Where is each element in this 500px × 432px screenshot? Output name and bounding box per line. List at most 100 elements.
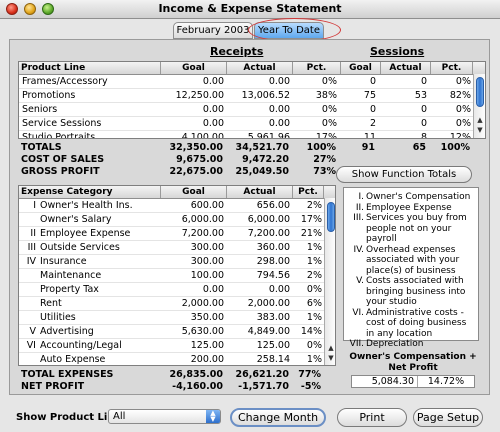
- table-row[interactable]: Utilities 350.00 383.00 1%: [19, 311, 324, 325]
- legend-number: VII.: [349, 339, 364, 349]
- col-expense-category[interactable]: Expense Category: [19, 186, 161, 198]
- sessions-header: Sessions: [370, 45, 425, 58]
- legend-text: Owner's Compensation: [366, 192, 471, 202]
- col-goal[interactable]: Goal: [161, 62, 227, 74]
- product-pct: 38%: [315, 90, 337, 101]
- table-row[interactable]: IV Insurance 300.00 298.00 1%: [19, 255, 324, 269]
- legend-item: VII. Depreciation: [347, 339, 474, 350]
- col-expense-pct[interactable]: Pct.: [293, 186, 324, 198]
- table-row[interactable]: Owner's Salary 6,000.00 6,000.00 17%: [19, 213, 324, 227]
- expense-category-legend: I. Owner's Compensation II. Employee Expens…: [343, 187, 479, 349]
- product-pct: 17%: [315, 132, 337, 139]
- title-bar[interactable]: Income & Expense Statement: [0, 0, 500, 19]
- sessions-pct: 0%: [455, 76, 471, 87]
- scroll-up-arrow-icon[interactable]: ▲: [475, 116, 485, 124]
- sessions-total-actual: 65: [412, 142, 426, 153]
- expense-pct: 14%: [300, 326, 322, 337]
- scroll-up-arrow-icon[interactable]: ▲: [326, 344, 335, 352]
- expense-name: Owner's Salary: [40, 214, 112, 225]
- sessions-total-goal: 91: [361, 142, 375, 153]
- expense-pct: 17%: [300, 214, 322, 225]
- expense-name: Outside Services: [40, 242, 120, 253]
- product-name: Service Sessions: [22, 118, 102, 129]
- product-scroll-thumb[interactable]: [476, 77, 484, 107]
- sessions-total-pct: 100%: [440, 142, 470, 153]
- product-actual: 0.00: [268, 76, 290, 87]
- show-function-totals-button[interactable]: Show Function Totals: [336, 166, 472, 183]
- expense-scrollbar[interactable]: ▲ ▼: [324, 198, 335, 365]
- expense-pct: 1%: [306, 354, 322, 365]
- table-row[interactable]: Frames/Accessory 0.00 0.00 0% 0 0 0%: [19, 75, 473, 89]
- page-setup-button[interactable]: Page Setup: [413, 408, 483, 427]
- product-line-select[interactable]: All ▲ ▼: [108, 409, 221, 424]
- product-actual: 5,961.96: [247, 132, 290, 139]
- table-row[interactable]: Studio Portraits 4,100.00 5,961.96 17% 11 8 12…: [19, 131, 473, 139]
- tab-february-2003[interactable]: February 2003: [173, 22, 253, 39]
- expense-totals-pct: 77%: [298, 369, 321, 380]
- col-sessions-actual[interactable]: Actual: [381, 62, 431, 74]
- expense-pct: 0%: [306, 340, 322, 351]
- totals-actual: 34,521.70: [235, 142, 290, 153]
- table-row[interactable]: II Employee Expense 7,200.00 7,200.00 21%: [19, 227, 324, 241]
- product-pct: 0%: [321, 76, 337, 87]
- product-scrollbar[interactable]: ▲ ▼: [473, 74, 485, 138]
- table-row[interactable]: Property Tax 0.00 0.00 0%: [19, 283, 324, 297]
- expense-goal: 2,000.00: [181, 298, 224, 309]
- col-pct[interactable]: Pct.: [293, 62, 341, 74]
- expense-code: V: [29, 326, 37, 337]
- print-button[interactable]: Print: [337, 408, 407, 427]
- scroll-down-arrow-icon[interactable]: ▼: [475, 126, 485, 134]
- product-name: Seniors: [22, 104, 58, 115]
- expense-actual: 656.00: [256, 200, 290, 211]
- owner-compensation-title: Owner's Compensation + Net Profit: [349, 352, 477, 373]
- table-row[interactable]: I Owner's Health Ins. 600.00 656.00 2%: [19, 199, 324, 213]
- product-actual: 0.00: [268, 118, 290, 129]
- col-expense-actual[interactable]: Actual: [227, 186, 293, 198]
- table-row[interactable]: Rent 2,000.00 2,000.00 6%: [19, 297, 324, 311]
- sessions-goal: 75: [363, 90, 376, 101]
- change-month-button[interactable]: Change Month: [230, 408, 326, 427]
- expense-totals-goal: 26,835.00: [169, 369, 224, 380]
- expense-totals-label: NET PROFIT: [21, 381, 85, 392]
- col-sessions-pct[interactable]: Pct.: [431, 62, 473, 74]
- legend-text: Overhead expenses associated with your p…: [366, 244, 460, 276]
- table-row[interactable]: V Advertising 5,630.00 4,849.00 14%: [19, 325, 324, 339]
- expense-actual: 298.00: [256, 256, 290, 267]
- sessions-goal: 0: [369, 104, 376, 115]
- expense-name: Accounting/Legal: [40, 340, 122, 351]
- expense-pct: 0%: [306, 284, 322, 295]
- product-name: Frames/Accessory: [22, 76, 108, 87]
- expense-totals-goal: -4,160.00: [172, 381, 223, 392]
- col-expense-goal[interactable]: Goal: [161, 186, 227, 198]
- expense-actual: 6,000.00: [247, 214, 290, 225]
- table-row[interactable]: Service Sessions 0.00 0.00 0% 2 0 0%: [19, 117, 473, 131]
- table-row[interactable]: Seniors 0.00 0.00 0% 0 0 0%: [19, 103, 473, 117]
- product-goal: 4,100.00: [181, 132, 224, 139]
- product-goal: 0.00: [202, 76, 224, 87]
- product-actual: 13,006.52: [241, 90, 290, 101]
- legend-item: I. Owner's Compensation: [347, 192, 474, 203]
- table-row[interactable]: Auto Expense 200.00 258.14 1%: [19, 353, 324, 365]
- receipts-header: Receipts: [210, 45, 264, 58]
- expense-totals-row: TOTAL EXPENSES 26,835.00 26,621.20 77%: [18, 369, 338, 381]
- table-row[interactable]: Promotions 12,250.00 13,006.52 38% 75 53 82%: [19, 89, 473, 103]
- expense-table-header: Expense Category Goal Actual Pct.: [19, 186, 335, 199]
- expense-pct: 2%: [306, 200, 322, 211]
- expense-pct: 21%: [300, 228, 322, 239]
- table-row[interactable]: III Outside Services 300.00 360.00 1%: [19, 241, 324, 255]
- product-line-table: Product Line Goal Actual Pct. Goal Actua…: [18, 61, 486, 139]
- expense-name: Advertising: [40, 326, 94, 337]
- expense-scroll-thumb[interactable]: [327, 202, 335, 232]
- totals-actual: 25,049.50: [235, 166, 290, 177]
- scroll-down-arrow-icon[interactable]: ▼: [326, 354, 335, 362]
- col-actual[interactable]: Actual: [227, 62, 293, 74]
- chevron-updown-icon[interactable]: ▲ ▼: [206, 410, 220, 423]
- expense-code: III: [27, 242, 36, 253]
- col-sessions-goal[interactable]: Goal: [341, 62, 381, 74]
- expense-pct: 1%: [306, 312, 322, 323]
- expense-name: Utilities: [40, 312, 76, 323]
- product-goal: 0.00: [202, 104, 224, 115]
- table-row[interactable]: Maintenance 100.00 794.56 2%: [19, 269, 324, 283]
- table-row[interactable]: VI Accounting/Legal 125.00 125.00 0%: [19, 339, 324, 353]
- col-product-line[interactable]: Product Line: [19, 62, 161, 74]
